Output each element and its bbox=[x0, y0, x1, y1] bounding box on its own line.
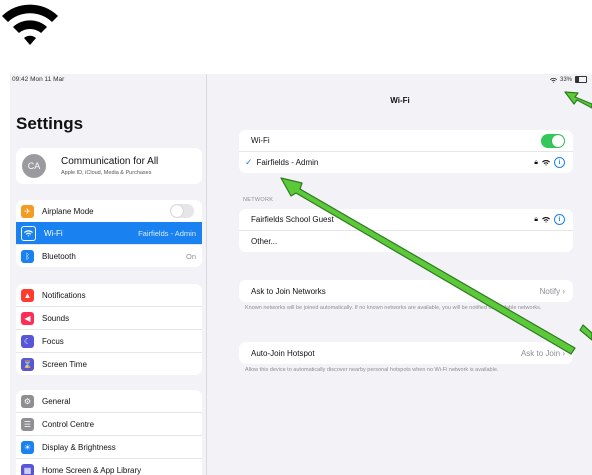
sidebar-item-bluetooth[interactable]: ᛒ Bluetooth On bbox=[16, 244, 202, 267]
lock-icon: 🔒︎ bbox=[534, 215, 538, 223]
wifi-icon bbox=[549, 77, 557, 83]
sidebar: 09:42 Mon 11 Mar Settings CA Communicati… bbox=[10, 74, 206, 475]
sidebar-item-label: Display & Brightness bbox=[42, 442, 116, 452]
lock-icon: 🔒︎ bbox=[534, 158, 538, 166]
sidebar-item-wifi[interactable]: Wi-Fi Fairfields - Admin bbox=[16, 222, 202, 244]
sidebar-item-home-screen[interactable]: ▦ Home Screen & App Library bbox=[16, 458, 202, 475]
status-time: 09:42 Mon 11 Mar bbox=[12, 76, 65, 83]
wifi-icon bbox=[21, 225, 36, 241]
sidebar-group-general: ⚙ General ☰ Control Centre ☀ Display & B… bbox=[16, 390, 202, 475]
grid-icon: ▦ bbox=[21, 463, 34, 475]
info-icon[interactable]: i bbox=[554, 157, 565, 168]
wifi-label: Wi-Fi bbox=[251, 136, 270, 145]
sidebar-item-value: Fairfields - Admin bbox=[138, 228, 196, 238]
speaker-icon: ◀ bbox=[21, 311, 34, 325]
network-row[interactable]: Fairfields School Guest 🔒︎ i bbox=[239, 209, 573, 230]
auto-join-label: Auto-Join Hotspot bbox=[251, 348, 315, 358]
other-network-row[interactable]: Other... bbox=[239, 230, 573, 252]
sidebar-item-airplane-mode[interactable]: ✈ Airplane Mode bbox=[16, 200, 202, 222]
ask-join-footer: Known networks will be joined automatica… bbox=[245, 305, 542, 311]
sidebar-item-notifications[interactable]: ▲ Notifications bbox=[16, 284, 202, 306]
sidebar-item-label: Bluetooth bbox=[42, 251, 76, 261]
detail-title: Wi-Fi bbox=[390, 96, 410, 105]
sidebar-item-value: On bbox=[185, 251, 196, 261]
auto-join-row[interactable]: Auto-Join Hotspot Ask to Join › bbox=[239, 342, 573, 364]
wifi-toggle[interactable] bbox=[541, 133, 565, 148]
wifi-detail-pane: 33% Wi-Fi Wi-Fi ✓ Fairfields - Admin 🔒︎ … bbox=[206, 74, 592, 475]
sidebar-item-label: Focus bbox=[42, 336, 64, 346]
wifi-card: Wi-Fi ✓ Fairfields - Admin 🔒︎ i bbox=[239, 130, 573, 173]
sidebar-item-control-centre[interactable]: ☰ Control Centre bbox=[16, 412, 202, 435]
wifi-toggle-row: Wi-Fi bbox=[239, 130, 573, 151]
switches-icon: ☰ bbox=[21, 417, 34, 431]
wifi-signal-icon bbox=[542, 217, 550, 223]
other-network-label: Other... bbox=[251, 237, 278, 246]
battery-percent: 33% bbox=[559, 76, 572, 83]
sidebar-item-label: Sounds bbox=[42, 313, 70, 323]
sidebar-item-display-brightness[interactable]: ☀ Display & Brightness bbox=[16, 435, 202, 458]
sidebar-item-label: Notifications bbox=[42, 290, 86, 300]
sidebar-item-screen-time[interactable]: ⌛ Screen Time bbox=[16, 352, 202, 375]
sidebar-item-label: Screen Time bbox=[42, 359, 87, 369]
ask-join-value: Notify › bbox=[539, 286, 565, 296]
sidebar-group-notifications: ▲ Notifications ◀ Sounds ☾ Focus ⌛ Scree… bbox=[16, 284, 202, 375]
sidebar-item-label: Control Centre bbox=[42, 419, 95, 429]
auto-join-value: Ask to Join › bbox=[520, 348, 565, 358]
apple-id-profile[interactable]: CA Communication for All Apple ID, iClou… bbox=[16, 148, 202, 184]
sun-icon: ☀ bbox=[21, 440, 34, 454]
sidebar-group-connectivity: ✈ Airplane Mode Wi-Fi Fairfields - Admin… bbox=[16, 200, 202, 267]
auto-join-footer: Allow this device to automatically disco… bbox=[245, 367, 499, 373]
network-status-icons: 🔒︎ i bbox=[534, 214, 565, 225]
sidebar-item-general[interactable]: ⚙ General bbox=[16, 390, 202, 412]
sidebar-item-label: Wi-Fi bbox=[44, 228, 63, 238]
page-title: Settings bbox=[16, 114, 84, 133]
sidebar-item-focus[interactable]: ☾ Focus bbox=[16, 329, 202, 352]
network-status-icons: 🔒︎ i bbox=[534, 157, 565, 168]
sidebar-item-label: Home Screen & App Library bbox=[42, 465, 142, 475]
networks-header: NETWORK bbox=[243, 197, 274, 203]
airplane-icon: ✈ bbox=[21, 204, 34, 218]
connected-network-row[interactable]: ✓ Fairfields - Admin 🔒︎ i bbox=[239, 151, 573, 173]
ask-join-label: Ask to Join Networks bbox=[251, 286, 326, 296]
auto-join-card: Auto-Join Hotspot Ask to Join › bbox=[239, 342, 573, 364]
networks-card: Fairfields School Guest 🔒︎ i Other... bbox=[239, 209, 573, 252]
info-icon[interactable]: i bbox=[554, 214, 565, 225]
ask-join-card: Ask to Join Networks Notify › bbox=[239, 280, 573, 302]
wifi-signal-icon bbox=[542, 160, 550, 166]
hourglass-icon: ⌛ bbox=[21, 357, 34, 371]
sidebar-item-label: Airplane Mode bbox=[42, 206, 94, 216]
battery-icon bbox=[575, 76, 587, 83]
moon-icon: ☾ bbox=[21, 334, 34, 348]
network-name: Fairfields School Guest bbox=[251, 215, 334, 224]
airplane-mode-toggle[interactable] bbox=[170, 204, 194, 218]
checkmark-icon: ✓ bbox=[245, 157, 253, 167]
wifi-icon bbox=[2, 4, 58, 45]
avatar: CA bbox=[22, 154, 46, 178]
profile-name: Communication for All bbox=[61, 156, 159, 167]
sidebar-item-label: General bbox=[42, 396, 71, 406]
bell-icon: ▲ bbox=[21, 288, 34, 302]
bluetooth-icon: ᛒ bbox=[21, 249, 34, 263]
gear-icon: ⚙ bbox=[21, 394, 34, 408]
status-indicators: 33% bbox=[549, 76, 587, 83]
sidebar-item-sounds[interactable]: ◀ Sounds bbox=[16, 306, 202, 329]
network-name: Fairfields - Admin bbox=[256, 158, 319, 167]
profile-subtitle: Apple ID, iCloud, Media & Purchases bbox=[61, 170, 152, 176]
ask-join-row[interactable]: Ask to Join Networks Notify › bbox=[239, 280, 573, 302]
ipad-screen: 09:42 Mon 11 Mar Settings CA Communicati… bbox=[10, 74, 592, 475]
